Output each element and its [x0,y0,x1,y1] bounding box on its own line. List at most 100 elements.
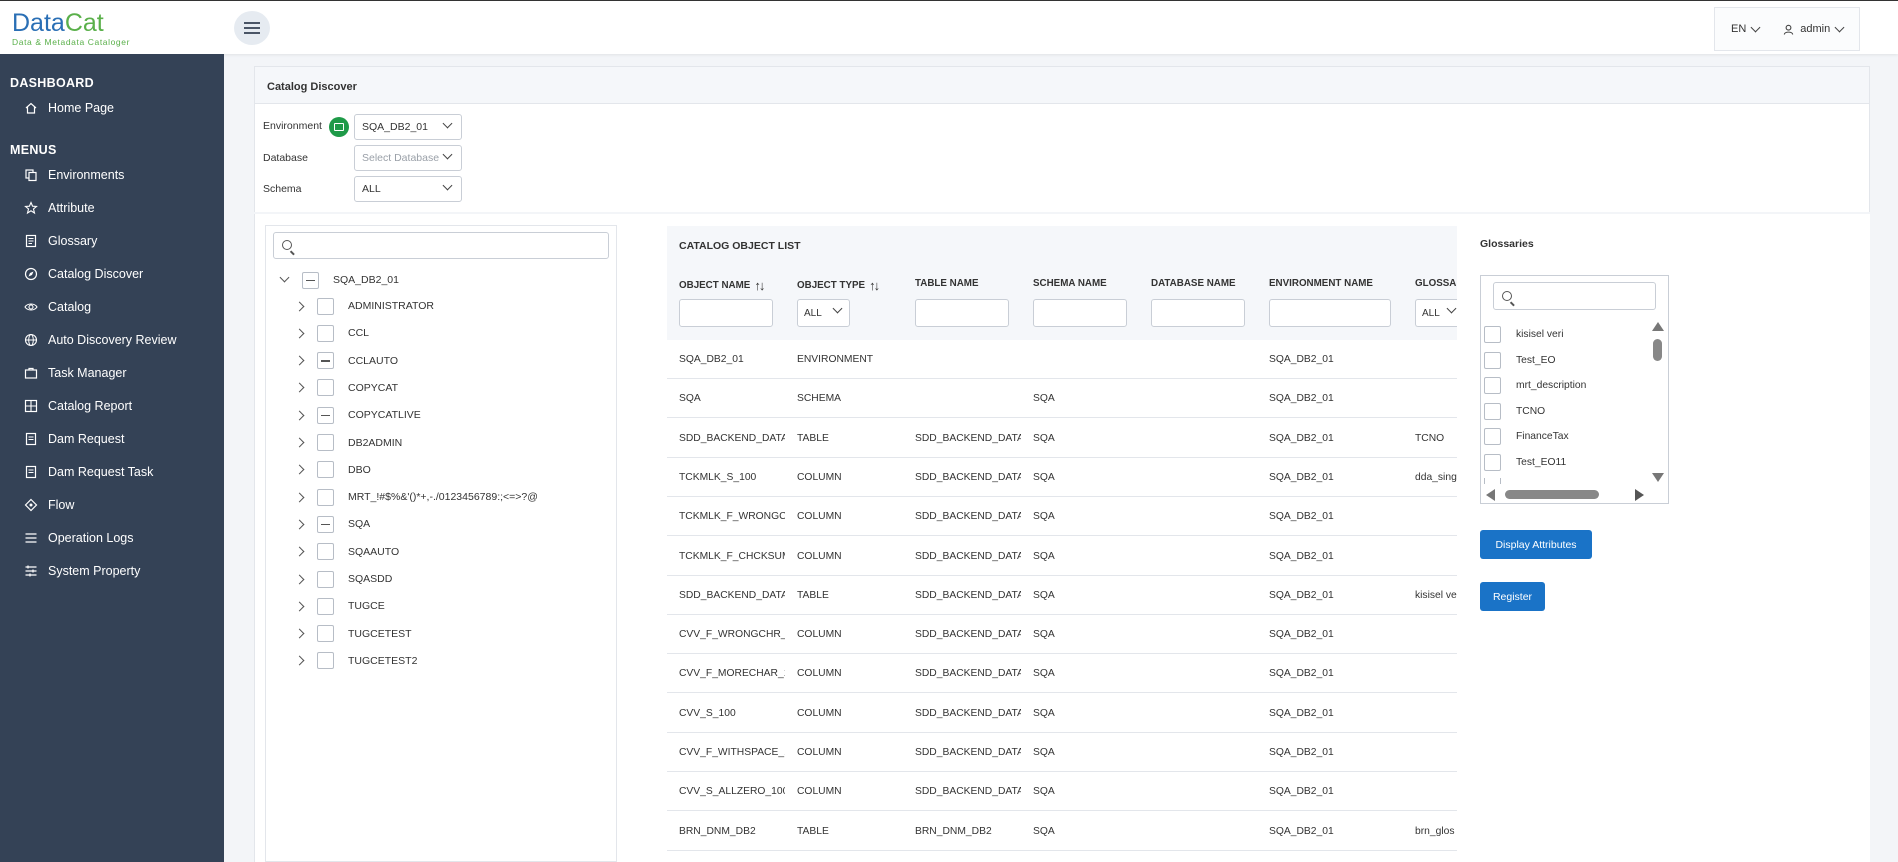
column-header-object-name[interactable]: OBJECT NAME ↑↓ [679,278,765,293]
table-row[interactable]: SDD_BACKEND_DATAI TABLE SDD_BACKEND_DATAI S… [667,418,1457,458]
sidebar-item-dam-request[interactable]: Dam Request [24,432,124,446]
tree-node-checkbox[interactable] [317,324,334,342]
object-name-filter-input[interactable] [679,299,773,327]
tree-node[interactable]: TUGCETEST2 [294,651,417,671]
tree-node-checkbox[interactable] [317,352,334,370]
sidebar-item-system-property[interactable]: System Property [24,564,140,578]
chevron-right-icon[interactable] [294,492,305,503]
register-button[interactable]: Register [1480,582,1545,611]
tree-node[interactable]: SQAAUTO [294,542,399,562]
tree-node-checkbox[interactable] [317,488,334,506]
chevron-right-icon[interactable] [294,328,305,339]
chevron-right-icon[interactable] [294,546,305,557]
scroll-left-arrow-icon[interactable] [1486,489,1495,501]
glossary-checkbox[interactable] [1484,402,1501,420]
glossary-filter-select[interactable]: ALL [1415,299,1457,327]
chevron-right-icon[interactable] [294,519,305,530]
sidebar-item-task-manager[interactable]: Task Manager [24,366,127,380]
sidebar-item-flow[interactable]: Flow [24,498,74,512]
glossary-checkbox[interactable] [1484,428,1501,446]
tree-node[interactable]: CCL [294,323,369,343]
tree-node[interactable]: TUGCE [294,596,385,616]
tree-node[interactable]: MRT_!#$%&'()*+,-./0123456789:;<=>?@ [294,487,538,507]
schema-name-filter-input[interactable] [1033,299,1127,327]
menu-toggle-button[interactable] [234,11,270,45]
table-row[interactable]: TCKMLK_F_WRONGCH COLUMN SDD_BACKEND_DATAI S… [667,497,1457,537]
environment-select[interactable]: SQA_DB2_01 [354,114,462,140]
sidebar-item-dam-request-task[interactable]: Dam Request Task [24,465,153,479]
chevron-right-icon[interactable] [294,464,305,475]
tree-node-checkbox[interactable] [317,379,334,397]
tree-node[interactable]: DBO [294,460,371,480]
environment-name-filter-input[interactable] [1269,299,1391,327]
sidebar-item-glossary[interactable]: Glossary [24,234,97,248]
tree-node-checkbox[interactable] [317,597,334,615]
chevron-right-icon[interactable] [294,382,305,393]
chevron-right-icon[interactable] [294,655,305,666]
datacat-logo[interactable]: DataCat Data & Metadata Cataloger [12,11,130,48]
sidebar-item-catalog-report[interactable]: Catalog Report [24,399,132,413]
column-header-object-type[interactable]: OBJECT TYPE ↑↓ [797,278,880,293]
glossary-item[interactable]: Test_EO11 [1484,454,1566,471]
glossary-checkbox[interactable] [1484,454,1501,471]
table-row[interactable]: BRN_DNM_DB2 TABLE BRN_DNM_DB2 SQA SQA_DB2_01… [667,811,1457,851]
database-select[interactable]: Select Database [354,145,462,171]
scroll-up-arrow-icon[interactable] [1652,322,1664,331]
display-attributes-button[interactable]: Display Attributes [1480,530,1592,559]
tree-node[interactable]: ADMINISTRATOR [294,296,434,316]
tree-node[interactable]: COPYCAT [294,378,398,398]
table-row[interactable]: SQA SCHEMA SQA SQA_DB2_01 [667,379,1457,419]
glossary-horizontal-scrollbar[interactable] [1486,488,1644,501]
table-row[interactable]: TCKMLK_S_100 COLUMN SDD_BACKEND_DATAI SQA SQ… [667,457,1457,497]
scroll-thumb[interactable] [1505,490,1599,499]
tree-node-checkbox[interactable] [317,434,334,451]
tree-node[interactable]: TUGCETEST [294,624,412,644]
glossary-item[interactable]: kisisel veri [1484,326,1564,343]
sort-icon[interactable]: ↑↓ [754,278,765,293]
glossary-checkbox[interactable] [1484,478,1501,484]
scroll-thumb[interactable] [1653,339,1662,361]
chevron-right-icon[interactable] [294,301,305,311]
sidebar-item-operation-logs[interactable]: Operation Logs [24,531,133,545]
sidebar-item-home-page[interactable]: Home Page [24,101,114,115]
chevron-right-icon[interactable] [294,601,305,612]
glossary-checkbox[interactable] [1484,377,1501,395]
tree-node[interactable]: CCLAUTO [294,351,398,371]
tree-node[interactable]: SQA [294,514,370,534]
glossary-search-input[interactable] [1493,282,1656,310]
glossary-item[interactable]: mrt_description [1484,377,1586,395]
tree-node-checkbox[interactable] [317,652,334,670]
chevron-right-icon[interactable] [294,628,305,639]
table-row[interactable]: CVV_F_WITHSPACE_10 COLUMN SDD_BACKEND_DATA… [667,733,1457,772]
table-row[interactable]: TCKMLK_F_CHCKSUM_ COLUMN SDD_BACKEND_DATAI… [667,536,1457,576]
sidebar-item-catalog[interactable]: Catalog [24,300,91,314]
tree-node-checkbox[interactable] [317,297,334,315]
tree-node[interactable]: SQASDD [294,569,392,589]
database-name-filter-input[interactable] [1151,299,1245,327]
sidebar-item-auto-discovery-review[interactable]: Auto Discovery Review [24,333,177,347]
chevron-down-icon[interactable] [279,272,290,283]
tree-search-input[interactable] [273,232,609,259]
glossary-vertical-scrollbar[interactable] [1650,322,1665,482]
chevron-right-icon[interactable] [294,410,305,421]
tree-root-node[interactable]: SQA_DB2_01 [279,270,399,290]
chevron-right-icon[interactable] [294,437,305,448]
tree-node-checkbox[interactable] [317,625,334,643]
environment-badge-icon[interactable] [329,117,349,137]
tree-node[interactable]: DB2ADMIN [294,433,402,453]
glossary-item[interactable]: Test_EO [1484,351,1556,369]
tree-node[interactable]: COPYCATLIVE [294,405,421,425]
table-row[interactable]: SDD_BACKEND_DATAI TABLE SDD_BACKEND_DATAI S… [667,575,1457,615]
sidebar-item-attribute[interactable]: Attribute [24,201,95,215]
table-row[interactable]: CVV_S_100 COLUMN SDD_BACKEND_DATAI SQA SQA_D… [667,693,1457,733]
tree-node-checkbox[interactable] [302,271,319,289]
table-row[interactable]: CVV_F_WRONGCHR_1(COLUMN SDD_BACKEND_DATAI… [667,615,1457,655]
tree-node-checkbox[interactable] [317,406,334,424]
sort-icon[interactable]: ↑↓ [869,278,880,293]
tree-node-checkbox[interactable] [317,543,334,561]
glossary-checkbox[interactable] [1484,326,1501,343]
schema-select[interactable]: ALL [354,176,462,202]
sidebar-item-environments[interactable]: Environments [24,168,124,182]
object-type-filter-select[interactable]: ALL [797,299,850,327]
chevron-right-icon[interactable] [294,355,305,366]
